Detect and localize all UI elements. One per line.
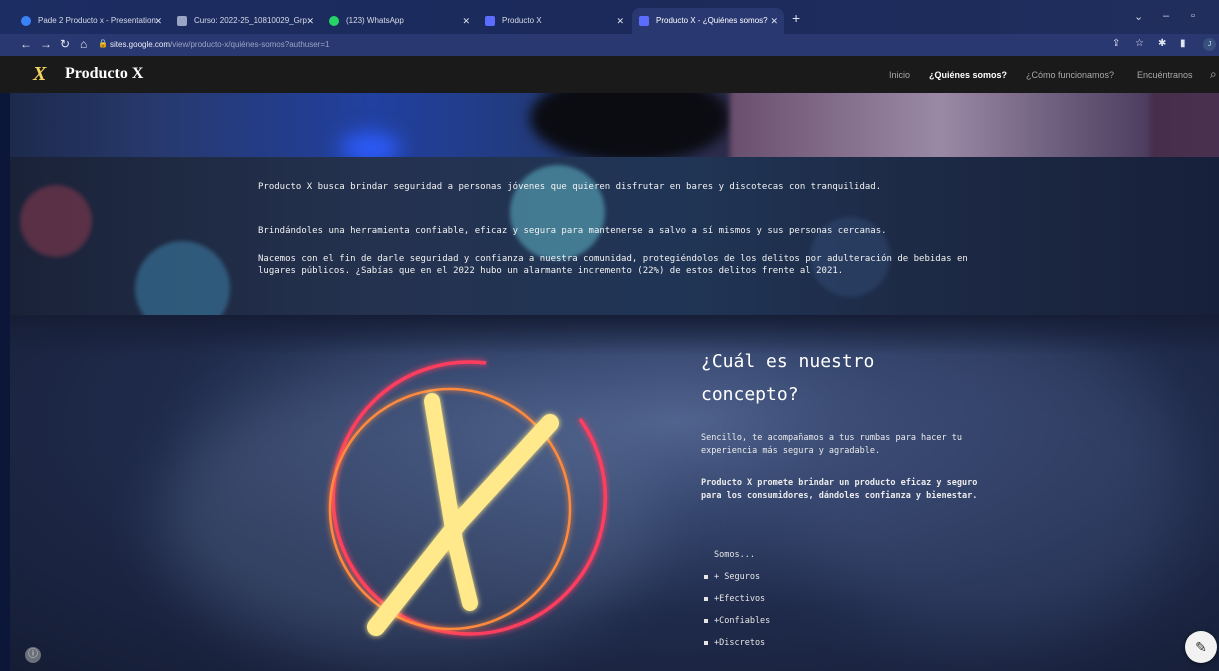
bookmark-star-icon[interactable]: ☆: [1135, 38, 1144, 49]
bullet-icon: [704, 640, 708, 645]
new-tab-icon[interactable]: +: [792, 10, 800, 26]
url-field[interactable]: sites.google.com/view/producto-x/quiénes…: [110, 38, 329, 52]
browser-tab-1[interactable]: Pade 2 Producto x - Presentation ✕: [14, 8, 168, 34]
lock-icon[interactable]: 🔒: [98, 39, 108, 48]
somos-label: Somos...: [714, 550, 755, 560]
browser-tab-3[interactable]: (123) WhatsApp ✕: [322, 8, 476, 34]
light-glow: [340, 133, 400, 157]
list-item-text: +Confiables: [714, 616, 771, 626]
concept-paragraph-1: Sencillo, te acompañamos a tus rumbas pa…: [701, 433, 962, 456]
list-item-text: +Efectivos: [714, 594, 766, 604]
address-bar: ← → ↻ ⌂ 🔒 sites.google.com/view/producto…: [0, 34, 1219, 56]
tab-title: Curso: 2022-25_10810029_Grp: [194, 16, 307, 25]
concept-paragraph-2: Producto X promete brindar un producto e…: [701, 478, 978, 501]
whatsapp-favicon-icon: [329, 16, 339, 26]
nav-quienes-somos[interactable]: ¿Quiénes somos?: [929, 70, 1007, 80]
reload-icon[interactable]: ↻: [60, 37, 70, 51]
minimize-icon[interactable]: –: [1163, 10, 1169, 22]
back-icon[interactable]: ←: [20, 37, 32, 51]
intro-section: Producto X busca brindar seguridad a per…: [10, 157, 1219, 315]
tab-search-icon[interactable]: ⌄: [1134, 10, 1143, 23]
list-item: +Confiables: [704, 616, 770, 626]
logo-icon[interactable]: X: [33, 63, 46, 86]
hero-hair-shadow: [530, 93, 730, 157]
side-panel-icon[interactable]: ▮: [1180, 38, 1186, 49]
bokeh-light: [20, 185, 92, 257]
close-icon[interactable]: ✕: [770, 8, 778, 34]
hero-face-highlight: [730, 93, 1150, 157]
browser-tab-2[interactable]: Curso: 2022-25_10810029_Grp ✕: [170, 8, 320, 34]
home-icon[interactable]: ⌂: [80, 37, 87, 51]
sites-favicon-icon: [485, 16, 495, 26]
close-icon[interactable]: ✕: [154, 8, 162, 34]
browser-tab-4[interactable]: Producto X ✕: [478, 8, 630, 34]
producto-x-neon-logo: [328, 360, 608, 636]
info-icon[interactable]: ⓘ: [25, 647, 41, 663]
tab-title: Producto X - ¿Quiénes somos?: [656, 16, 768, 25]
browser-tab-5-active[interactable]: Producto X - ¿Quiénes somos? ✕: [632, 8, 784, 34]
bullet-icon: [704, 618, 708, 623]
share-icon[interactable]: ⇪: [1112, 38, 1120, 49]
nav-inicio[interactable]: Inicio: [889, 70, 910, 80]
course-favicon-icon: [177, 16, 187, 26]
forward-icon[interactable]: →: [40, 37, 52, 51]
concept-title: ¿Cuál es nuestro concepto?: [701, 351, 875, 405]
search-icon[interactable]: ⌕: [1210, 67, 1217, 82]
bokeh-light: [510, 165, 605, 260]
bullet-icon: [704, 596, 708, 601]
url-path: /view/producto-x/quiénes-somos?authuser=…: [170, 40, 330, 49]
list-item-text: + Seguros: [714, 572, 761, 582]
list-item: +Discretos: [704, 638, 765, 648]
presentation-favicon-icon: [21, 16, 31, 26]
edit-pencil-button[interactable]: ✎: [1185, 631, 1217, 663]
bokeh-light: [135, 241, 230, 315]
list-item: + Seguros: [704, 572, 760, 582]
close-icon[interactable]: ✕: [306, 8, 314, 34]
intro-paragraph-3: Nacemos con el fin de darle seguridad y …: [258, 254, 968, 276]
browser-tab-bar: Pade 2 Producto x - Presentation ✕ Curso…: [0, 0, 1219, 34]
tab-title: (123) WhatsApp: [346, 16, 404, 25]
site-brand[interactable]: Producto X: [65, 65, 143, 83]
neon-x-letter: [367, 393, 559, 636]
list-item-text: +Discretos: [714, 638, 766, 648]
extensions-icon[interactable]: ✱: [1158, 38, 1166, 49]
concept-section: ¿Cuál es nuestro concepto? Sencillo, te …: [10, 315, 1219, 671]
list-item: +Efectivos: [704, 594, 765, 604]
hero-banner-image: [10, 93, 1219, 157]
close-icon[interactable]: ✕: [616, 8, 624, 34]
section-shade: [10, 315, 1219, 355]
tab-title: Pade 2 Producto x - Presentation: [38, 16, 156, 25]
close-icon[interactable]: ✕: [462, 8, 470, 34]
nav-encuentranos[interactable]: Encuéntranos: [1137, 70, 1193, 80]
bullet-icon: [704, 574, 708, 579]
sites-favicon-icon: [639, 16, 649, 26]
profile-avatar[interactable]: J: [1203, 38, 1216, 51]
tab-title: Producto X: [502, 16, 542, 25]
restore-icon[interactable]: ▫: [1191, 10, 1195, 22]
intro-paragraph-1: Producto X busca brindar seguridad a per…: [258, 182, 882, 192]
site-header: X Producto X Inicio ¿Quiénes somos? ¿Cóm…: [0, 56, 1219, 93]
intro-paragraph-2: Brindándoles una herramienta confiable, …: [258, 226, 887, 236]
url-host: sites.google.com: [110, 40, 171, 49]
nav-como-funcionamos[interactable]: ¿Cómo funcionamos?: [1026, 70, 1114, 80]
